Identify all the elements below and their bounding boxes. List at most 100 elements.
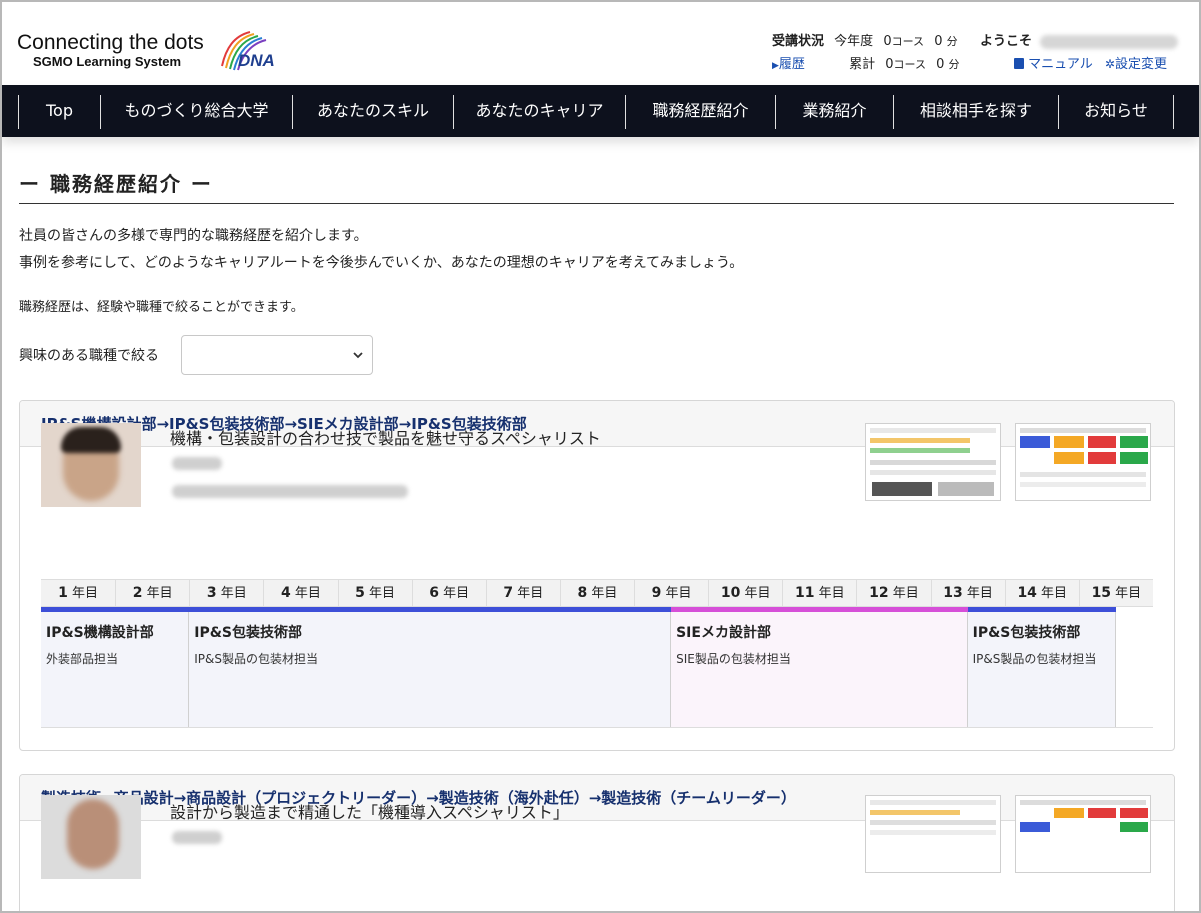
timeline-year-14: 14 年目 xyxy=(1004,580,1079,606)
gear-icon: ✲ xyxy=(1104,57,1115,71)
course-unit: コース xyxy=(893,58,926,71)
caret-right-icon: ▶ xyxy=(772,61,779,71)
thumb-row xyxy=(870,460,996,465)
this-year-minutes: 0 xyxy=(934,34,943,49)
thumb-row xyxy=(870,830,996,835)
history-link[interactable]: ▶履歴 xyxy=(772,57,805,72)
thumb-cell xyxy=(1120,808,1148,818)
thumb-cell xyxy=(1088,436,1116,448)
nav-item-work[interactable]: 業務紹介 xyxy=(776,85,893,137)
thumb-cell xyxy=(1054,436,1084,448)
intro-line-1: 社員の皆さんの多様で専門的な職務経歴を紹介します。 xyxy=(19,228,368,244)
thumb-row xyxy=(870,428,996,433)
filter-label: 興味のある職種で絞る xyxy=(19,348,159,364)
profile-photo xyxy=(41,795,141,879)
nav-divider xyxy=(1173,95,1174,129)
thumb-row xyxy=(870,438,970,443)
timeline-segment: IP&S機構設計部 外装部品担当 xyxy=(41,612,190,727)
status-row-total: ▶履歴 累計 0コース 0 分 xyxy=(772,53,960,72)
intro-line-3: 職務経歴は、経験や職種で絞ることができます。 xyxy=(19,300,304,315)
title-divider xyxy=(19,203,1174,204)
page-title: ー 職務経歴紹介 ー xyxy=(19,172,213,196)
settings-link-label: 設定変更 xyxy=(1114,57,1167,72)
welcome-row: ようこそ xyxy=(980,30,1179,49)
course-unit: コース xyxy=(891,35,925,48)
timeline-year-7: 7 年目 xyxy=(485,580,560,606)
timeline-bottom-rule xyxy=(41,727,1153,728)
timeline-dept: IP&S機構設計部 xyxy=(46,625,154,641)
thumb-cell xyxy=(1054,452,1084,464)
minute-unit: 分 xyxy=(946,35,958,48)
thumb-image-strip xyxy=(872,482,932,496)
minute-unit: 分 xyxy=(948,58,960,71)
timeline-year-9: 9 年目 xyxy=(634,580,708,606)
career-sheet-thumbnail[interactable] xyxy=(865,423,1001,501)
photo-hair xyxy=(61,427,121,453)
thumb-cell xyxy=(1020,436,1050,448)
timeline-desc: 外装部品担当 xyxy=(46,652,119,666)
timeline-year-12: 12 年目 xyxy=(856,580,930,606)
header-links: マニュアル ✲設定変更 xyxy=(1014,53,1167,72)
timeline-dept: IP&S包装技術部 xyxy=(194,625,303,641)
nav-item-career[interactable]: あなたのキャリア xyxy=(454,85,625,137)
timeline-year-4: 4 年目 xyxy=(263,580,337,606)
thumb-cell xyxy=(1088,452,1116,464)
thumb-row xyxy=(870,810,960,815)
timeline-dept: SIEメカ設計部 xyxy=(676,625,771,641)
thumb-cell xyxy=(1020,822,1050,832)
nav-item-consult[interactable]: 相談相手を探す xyxy=(894,85,1058,137)
timeline-segment: IP&S包装技術部 IP&S製品の包装材担当 xyxy=(967,612,1116,727)
total-courses: 0 xyxy=(885,57,894,72)
timeline-year-15: 15 年目 xyxy=(1078,580,1153,606)
career-sheet-thumbnail[interactable] xyxy=(865,795,1001,873)
thumb-row xyxy=(1020,472,1146,477)
intro-line-2: 事例を参考にして、どのようなキャリアルートを今後歩んでいくか、あなたの理想のキャ… xyxy=(19,255,744,271)
dna-logo-text: DNA xyxy=(238,51,275,70)
welcome-label: ようこそ xyxy=(980,34,1033,49)
timeline-desc: IP&S製品の包装材担当 xyxy=(972,652,1097,666)
timeline-year-1: 1 年目 xyxy=(58,585,98,601)
timeline-year-10: 10 年目 xyxy=(708,580,782,606)
timeline-dept: IP&S包装技術部 xyxy=(972,625,1081,641)
status-row-this-year: 受講状況 今年度 0コース 0 分 xyxy=(772,30,958,49)
timeline-year-header: 1 年目 2 年目 3 年目 4 年目 5 年目 6 年目 7 年目 8 年目 9 年目 10 年… xyxy=(41,579,1153,607)
manual-link-label: マニュアル xyxy=(1028,57,1093,72)
nav-item-career-history[interactable]: 職務経歴紹介 xyxy=(626,85,775,137)
thumb-row xyxy=(1020,800,1146,805)
timeline-year-3: 3 年目 xyxy=(189,580,263,606)
thumb-row xyxy=(870,470,996,475)
thumb-cell xyxy=(1120,436,1148,448)
dna-logo: DNA xyxy=(216,26,282,72)
career-chart-thumbnail[interactable] xyxy=(1015,423,1151,501)
thumb-image-strip xyxy=(938,482,994,496)
employee-name-redacted xyxy=(172,831,222,844)
site-logo[interactable]: Connecting the dots SGMO Learning System xyxy=(17,32,204,70)
nav-item-news[interactable]: お知らせ xyxy=(1059,85,1173,137)
timeline-year-11: 11 年目 xyxy=(782,580,856,606)
nav-item-top[interactable]: Top xyxy=(19,85,100,137)
this-year-label: 今年度 xyxy=(834,34,874,49)
thumb-cell xyxy=(1088,808,1116,818)
site-header: Connecting the dots SGMO Learning System… xyxy=(2,2,1199,84)
timeline-desc: IP&S製品の包装材担当 xyxy=(194,652,319,666)
status-label: 受講状況 xyxy=(772,34,825,49)
timeline-year-2: 2 年目 xyxy=(115,580,189,606)
main-nav: Top ものづくり総合大学 あなたのスキル あなたのキャリア 職務経歴紹介 業務… xyxy=(2,85,1199,137)
timeline-year-13: 13 年目 xyxy=(930,580,1005,606)
timeline-year-8: 8 年目 xyxy=(559,580,634,606)
manual-link[interactable]: マニュアル xyxy=(1014,57,1097,72)
career-chart-thumbnail[interactable] xyxy=(1015,795,1151,873)
career-card: IP&S機構設計部→IP&S包装技術部→SIEメカ設計部→IP&S包装技術部 機… xyxy=(19,400,1175,751)
photo-face xyxy=(67,799,119,869)
nav-item-monozukuri[interactable]: ものづくり総合大学 xyxy=(101,85,292,137)
career-headline[interactable]: 機構・包装設計の合わせ技で製品を魅せ守るスペシャリスト xyxy=(170,425,601,449)
career-headline[interactable]: 設計から製造まで精通した「機種導入スペシャリスト」 xyxy=(170,799,569,823)
logo-sub-text: SGMO Learning System xyxy=(33,54,182,69)
thumb-row xyxy=(870,800,996,805)
job-type-select[interactable] xyxy=(181,335,373,375)
settings-link[interactable]: ✲設定変更 xyxy=(1105,57,1167,72)
timeline-year-6: 6 年目 xyxy=(411,580,486,606)
nav-item-skill[interactable]: あなたのスキル xyxy=(293,85,453,137)
user-name-redacted xyxy=(1040,34,1179,49)
thumb-row xyxy=(1020,428,1146,433)
